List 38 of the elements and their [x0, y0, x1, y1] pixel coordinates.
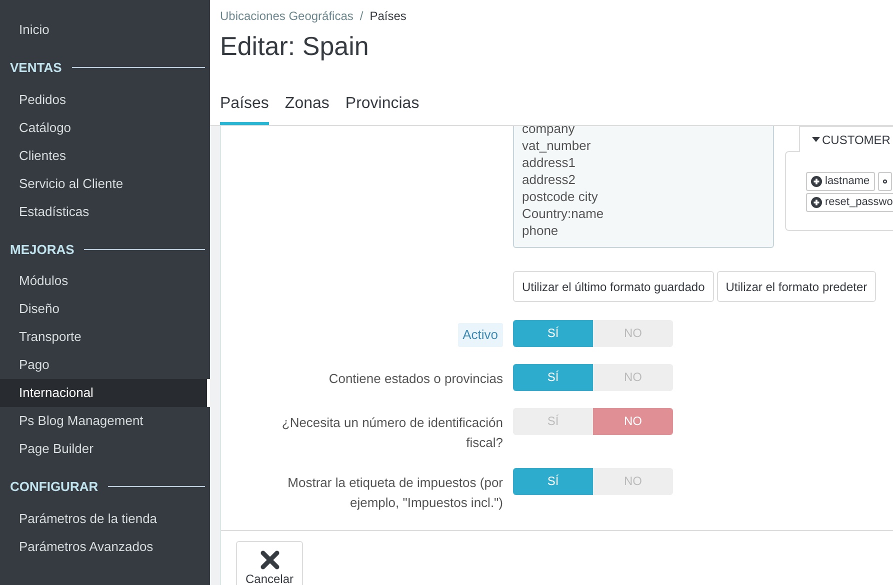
section-heading: MEJORAS: [10, 240, 74, 258]
sidebar-item[interactable]: Estadísticas: [0, 198, 210, 226]
caret-icon: [812, 137, 820, 142]
sidebar-item[interactable]: Parámetros de la tienda: [0, 504, 210, 532]
sidebar-item[interactable]: Servicio al Cliente: [0, 170, 210, 198]
sidebar-item[interactable]: Diseño: [0, 295, 210, 323]
section-heading: VENTAS: [10, 59, 62, 77]
tab[interactable]: Zonas: [284, 92, 330, 126]
cancel-button[interactable]: Cancelar: [236, 541, 303, 585]
sidebar-item[interactable]: Pedidos: [0, 86, 210, 114]
customer-tab[interactable]: CUSTOMER: [799, 126, 893, 152]
sidebar-item[interactable]: Parámetros Avanzados: [0, 532, 210, 560]
sidebar-item[interactable]: Módulos: [0, 267, 210, 295]
field-label: Mostrar la etiqueta de impuestos (por ejemplo, "Impuestos incl."): [286, 474, 503, 512]
field-label: Activo: [458, 323, 503, 347]
format-button[interactable]: Utilizar el formato predeter: [716, 271, 876, 302]
sidebar-item[interactable]: Ps Blog Management: [0, 407, 210, 435]
section-heading: CONFIGURAR: [10, 478, 98, 496]
add-field-button[interactable]: reset_passwo: [806, 193, 893, 212]
tab[interactable]: Provincias: [345, 92, 420, 126]
address-format-textarea[interactable]: company vat_number address1 address2 postcode city Country:name phone: [513, 126, 774, 248]
breadcrumb-link[interactable]: Ubicaciones Geográficas: [220, 7, 354, 25]
sidebar-item[interactable]: Inicio: [0, 16, 210, 44]
sidebar-item[interactable]: Clientes: [0, 142, 210, 170]
sidebar-item[interactable]: Catálogo: [0, 114, 210, 142]
breadcrumb-separator: /: [360, 8, 364, 25]
sidebar-item[interactable]: Transporte: [0, 323, 210, 351]
sidebar-item[interactable]: Internacional: [0, 379, 210, 407]
sidebar-item[interactable]: Page Builder: [0, 435, 210, 463]
sidebar-item[interactable]: Pago: [0, 351, 210, 379]
field-label: ¿Necesita un número de identificación fiscal?: [280, 414, 503, 452]
field-label: Contiene estados o provincias: [328, 370, 503, 388]
add-field-button[interactable]: lastname: [806, 172, 875, 192]
close-icon: [260, 550, 280, 570]
page-title: Editar: Spain: [220, 31, 369, 61]
add-field-button[interactable]: [878, 172, 892, 192]
breadcrumb-current: Países: [370, 8, 406, 25]
format-button[interactable]: Utilizar el último formato guardado: [513, 271, 714, 302]
